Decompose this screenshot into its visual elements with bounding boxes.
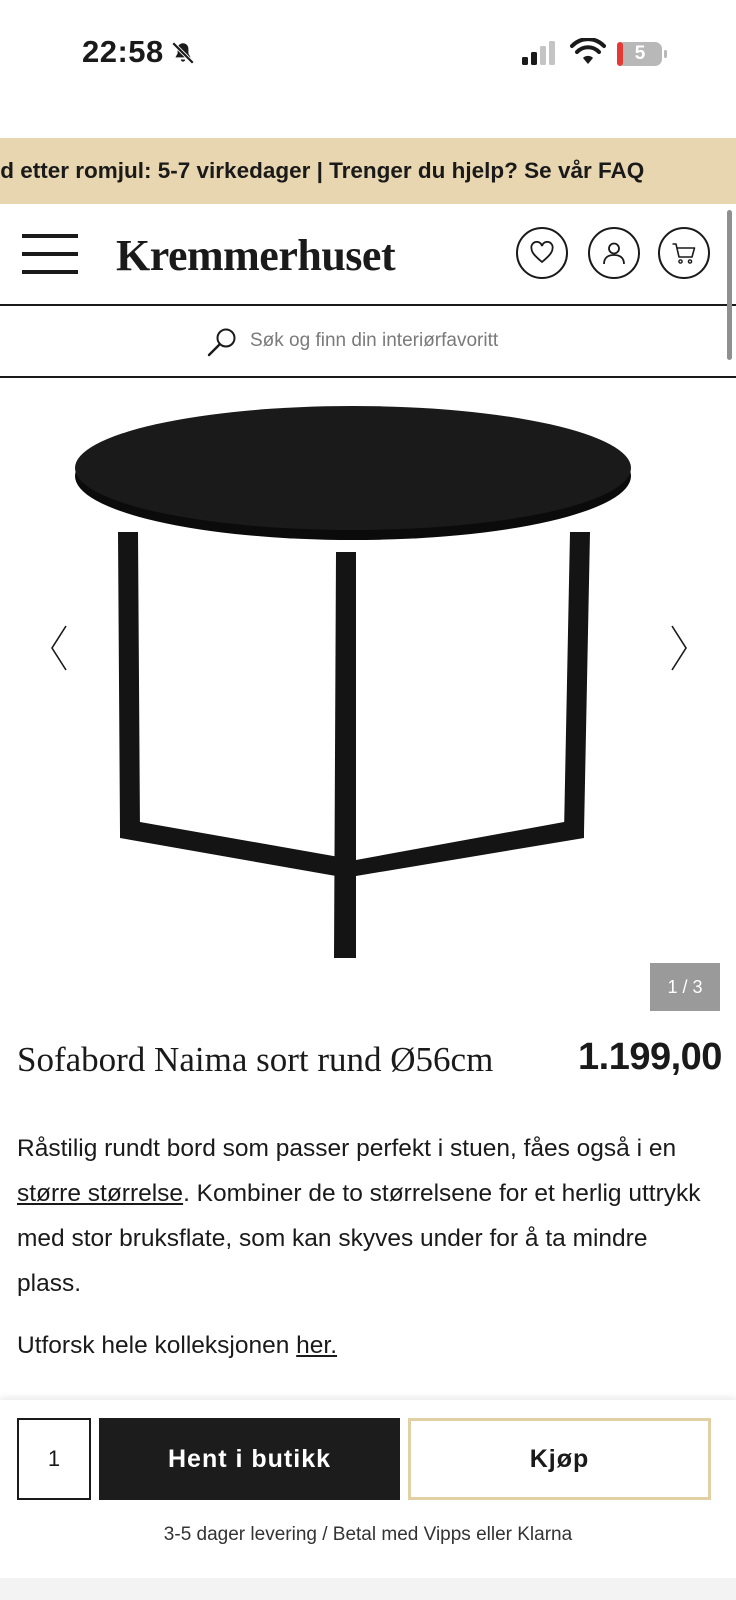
search-bar	[0, 306, 736, 378]
battery-level: 5	[634, 43, 646, 64]
menu-icon[interactable]	[22, 232, 78, 276]
bell-muted-icon	[171, 41, 195, 65]
pickup-in-store-button[interactable]: Hent i butikk	[99, 1418, 400, 1500]
collection-link[interactable]: her.	[296, 1332, 337, 1359]
delivery-note: 3-5 dager levering / Betal med Vipps ell…	[163, 1524, 573, 1545]
quantity-input[interactable]	[17, 1418, 91, 1500]
image-counter: 1 / 3	[650, 963, 720, 1011]
search-input[interactable]	[250, 324, 630, 358]
product-price: 1.199,00	[578, 1036, 722, 1078]
buy-panel: Hent i butikk Kjøp 3-5 dager levering / …	[0, 1400, 736, 1600]
product-title: Sofabord Naima sort rund Ø56cm	[17, 1040, 494, 1079]
promo-banner[interactable]: id etter romjul: 5-7 virkedager | Trenge…	[0, 138, 736, 204]
status-time: 22:58	[82, 34, 164, 69]
heart-icon	[530, 241, 554, 264]
page-scrollbar[interactable]	[727, 210, 732, 360]
product-image[interactable]	[60, 402, 650, 972]
wishlist-button[interactable]	[516, 227, 568, 279]
larger-size-link[interactable]: større størrelse	[17, 1180, 183, 1207]
site-logo[interactable]: Kremmerhuset	[116, 230, 396, 281]
collection-line: Utforsk hele kolleksjonen her.	[17, 1332, 337, 1360]
cart-button[interactable]	[658, 227, 710, 279]
buy-button[interactable]: Kjøp	[408, 1418, 711, 1500]
collection-text: Utforsk hele kolleksjonen	[17, 1332, 297, 1359]
cellular-signal-icon	[522, 41, 555, 65]
status-bar: 22:58 5	[0, 0, 736, 110]
account-button[interactable]	[588, 227, 640, 279]
next-image-icon[interactable]	[666, 624, 690, 672]
bottom-strip	[0, 1578, 736, 1600]
promo-text: id etter romjul: 5-7 virkedager | Trenge…	[0, 158, 645, 183]
cart-icon	[672, 243, 696, 264]
wifi-icon	[570, 38, 606, 64]
product-gallery: 1 / 3	[0, 378, 736, 1018]
user-icon	[603, 242, 625, 265]
description-text-1: Råstilig rundt bord som passer perfekt i…	[17, 1135, 677, 1162]
previous-image-icon[interactable]	[48, 624, 72, 672]
site-header: Kremmerhuset	[0, 204, 736, 306]
product-description: Råstilig rundt bord som passer perfekt i…	[17, 1126, 707, 1306]
search-icon[interactable]	[206, 326, 238, 358]
